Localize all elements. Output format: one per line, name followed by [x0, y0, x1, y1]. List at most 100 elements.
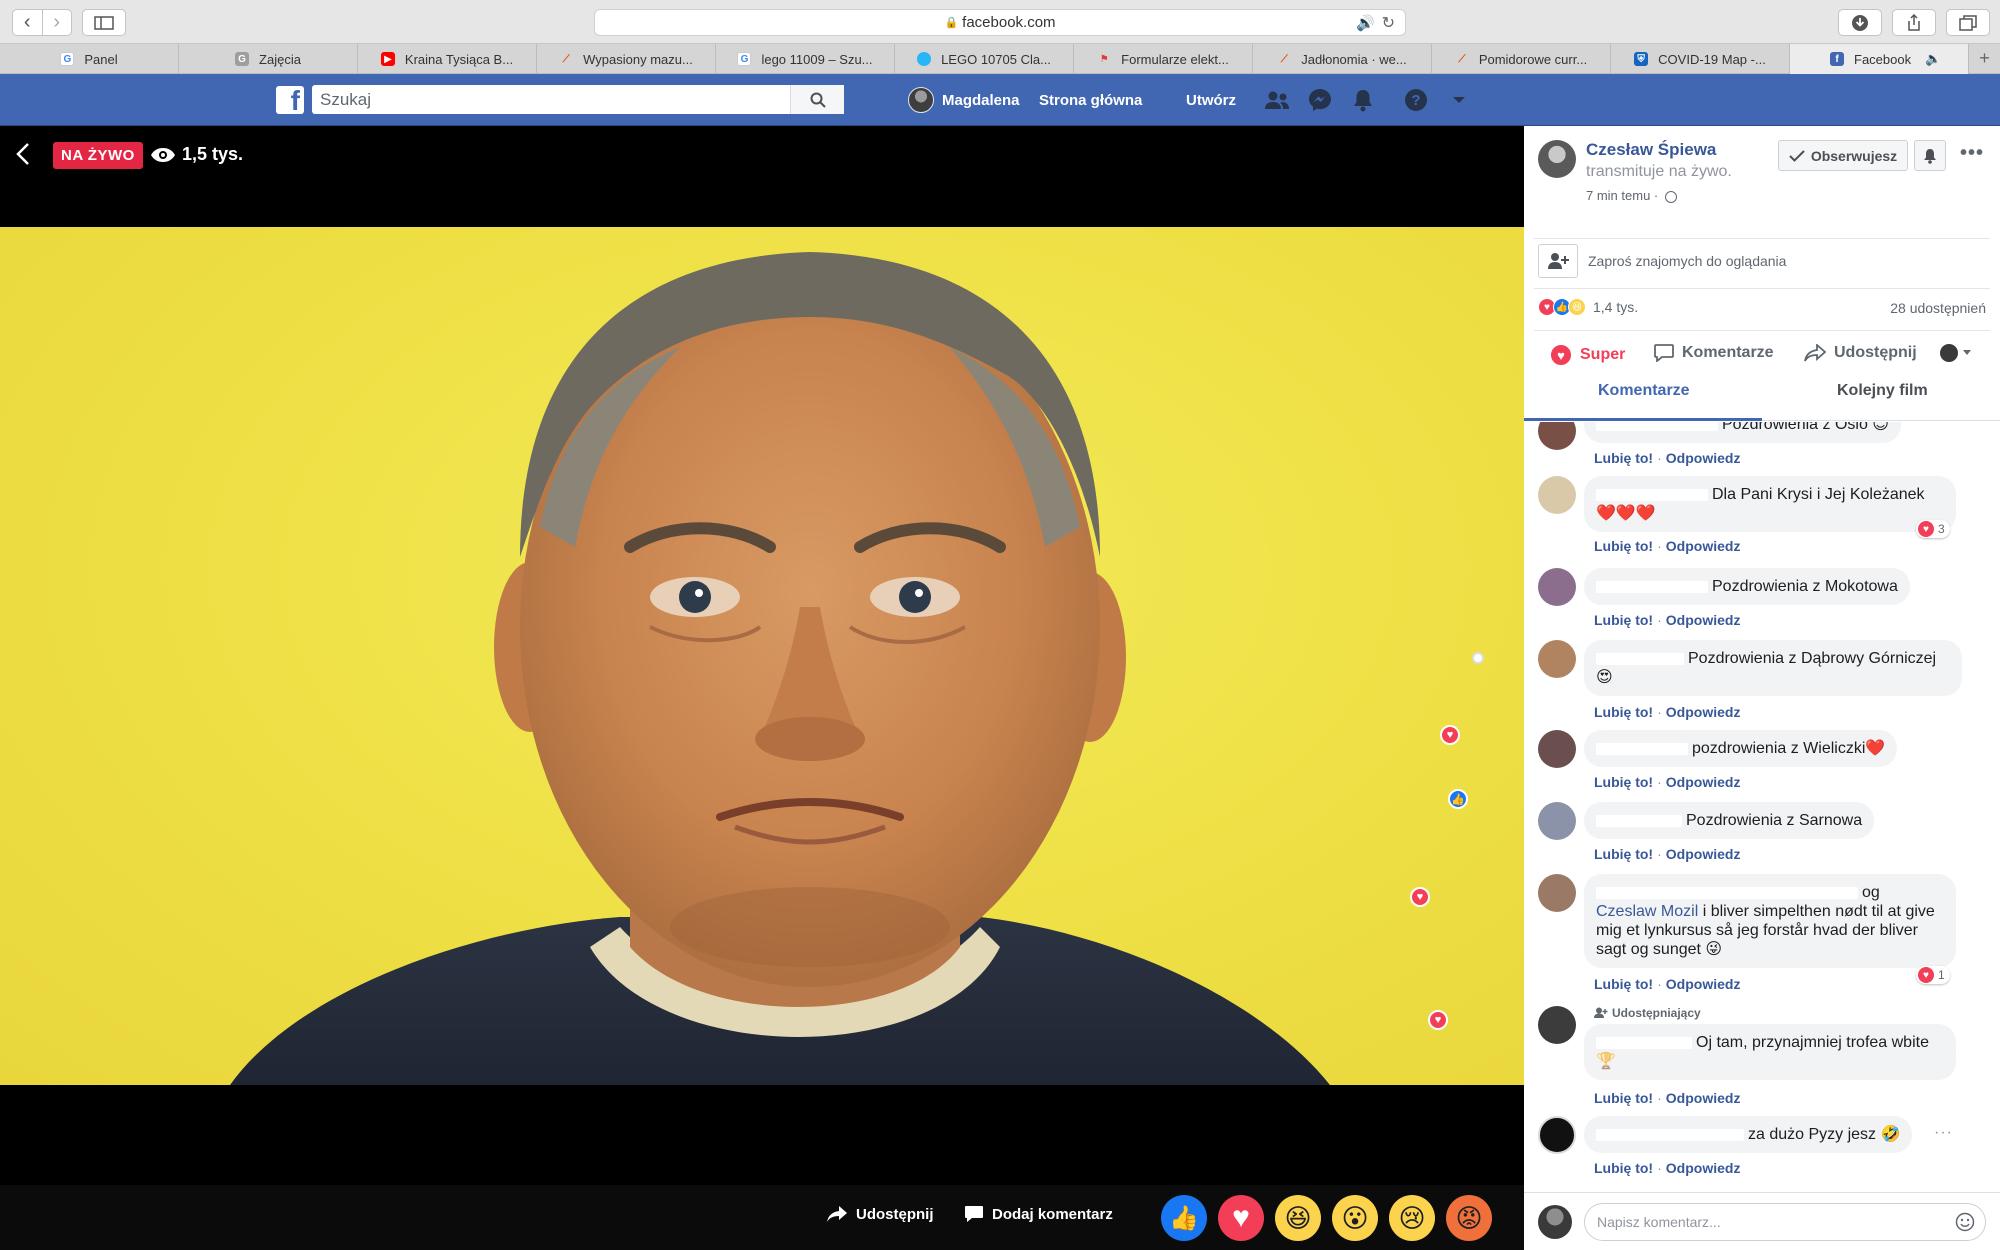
- commenter-name[interactable]: [1596, 1036, 1692, 1049]
- messenger-icon[interactable]: [1307, 87, 1333, 113]
- commenter-name[interactable]: [1596, 814, 1682, 827]
- comment-list[interactable]: Pozdrowienia z Oslo 😊 Lubię to! · Odpowied…: [1524, 422, 2000, 1192]
- browser-tab[interactable]: G Panel: [0, 44, 179, 74]
- browser-tab[interactable]: ⟋ Pomidorowe curr...: [1432, 44, 1611, 74]
- avatar[interactable]: [1538, 874, 1576, 912]
- notifications-icon[interactable]: [1350, 87, 1376, 113]
- comment-reply-link[interactable]: Odpowiedz: [1666, 774, 1741, 790]
- more-options-icon[interactable]: •••: [1960, 142, 1984, 165]
- speaker-icon[interactable]: 🔊: [1356, 14, 1375, 32]
- commenter-name[interactable]: [1596, 1128, 1744, 1141]
- haha-reaction-button[interactable]: 😆: [1275, 1195, 1321, 1241]
- commenter-name[interactable]: [1596, 422, 1718, 431]
- comment-reply-link[interactable]: Odpowiedz: [1666, 976, 1741, 992]
- comment-reply-link[interactable]: Odpowiedz: [1666, 846, 1741, 862]
- comment-reply-link[interactable]: Odpowiedz: [1666, 612, 1741, 628]
- help-icon[interactable]: ?: [1403, 87, 1429, 113]
- commenter-name[interactable]: [1596, 652, 1684, 665]
- share-button[interactable]: [1892, 9, 1936, 36]
- comment-reply-link[interactable]: Odpowiedz: [1666, 1160, 1741, 1176]
- emoji-icon[interactable]: [1955, 1212, 1975, 1232]
- avatar[interactable]: [1538, 476, 1576, 514]
- account-menu-icon[interactable]: [1446, 87, 1472, 113]
- comment-like-link[interactable]: Lubię to!: [1594, 704, 1653, 720]
- angry-reaction-button[interactable]: 😡: [1446, 1195, 1492, 1241]
- comment-like-link[interactable]: Lubię to!: [1594, 538, 1653, 554]
- profile-link[interactable]: Magdalena: [908, 87, 1020, 113]
- commenter-name[interactable]: [1596, 488, 1708, 501]
- downloads-button[interactable]: [1838, 9, 1882, 36]
- comment-reaction-count[interactable]: ♥ 1: [1916, 966, 1950, 984]
- browser-tab[interactable]: ⚑ Formularze elekt...: [1074, 44, 1253, 74]
- new-tab-button[interactable]: +: [1969, 44, 2000, 73]
- invite-friends-button[interactable]: [1538, 244, 1578, 278]
- post-as-selector[interactable]: [1940, 344, 1980, 362]
- friends-icon[interactable]: [1264, 87, 1290, 113]
- comment-reply-link[interactable]: Odpowiedz: [1666, 704, 1741, 720]
- comment-reaction-count[interactable]: ♥ 3: [1916, 520, 1950, 538]
- commenter-name[interactable]: [1596, 580, 1708, 593]
- browser-tab[interactable]: ⟋ Wypasiony mazu...: [537, 44, 716, 74]
- facebook-logo-icon[interactable]: f: [276, 86, 304, 114]
- follow-button[interactable]: Obserwujesz: [1778, 140, 1908, 171]
- address-bar[interactable]: 🔒 facebook.com 🔊 ↻: [594, 9, 1406, 36]
- browser-tab[interactable]: LEGO 10705 Cla...: [895, 44, 1074, 74]
- sad-reaction-button[interactable]: 😢: [1389, 1195, 1435, 1241]
- nav-home[interactable]: Strona główna: [1039, 87, 1142, 113]
- share-post-button[interactable]: Udostępnij: [1804, 344, 1917, 362]
- comment-mention[interactable]: Czeslaw Mozil: [1596, 903, 1698, 920]
- love-reaction-button[interactable]: ♥: [1218, 1195, 1264, 1241]
- search-button[interactable]: [790, 85, 844, 114]
- commenter-name[interactable]: [1596, 742, 1688, 755]
- search-input[interactable]: Szukaj: [312, 85, 844, 114]
- browser-tab[interactable]: ⟋ Jadłonomia · we...: [1253, 44, 1432, 74]
- tabs-overview-button[interactable]: [1946, 9, 1990, 36]
- video-player[interactable]: NA ŻYWO 1,5 tys. ♥ 👍 ♥ ♥ Udostępnij Doda…: [0, 126, 1524, 1250]
- avatar[interactable]: [1538, 1116, 1576, 1154]
- avatar[interactable]: [1538, 140, 1576, 178]
- add-comment-button[interactable]: Dodaj komentarz: [964, 1205, 1113, 1223]
- notification-toggle-button[interactable]: [1914, 140, 1946, 171]
- page-name[interactable]: Czesław Śpiewa: [1586, 140, 1716, 160]
- comment-like-link[interactable]: Lubię to!: [1594, 976, 1653, 992]
- sidebar-toggle-button[interactable]: [82, 9, 126, 36]
- video-share-button[interactable]: Udostępnij: [826, 1205, 934, 1223]
- super-reaction-button[interactable]: ♥ Super: [1550, 344, 1625, 366]
- tab-comments[interactable]: Komentarze: [1598, 382, 1690, 400]
- comment-like-link[interactable]: Lubię to!: [1594, 774, 1653, 790]
- comment-input[interactable]: Napisz komentarz...: [1584, 1203, 1986, 1241]
- commenter-name[interactable]: [1596, 886, 1858, 899]
- avatar[interactable]: [1538, 422, 1576, 450]
- avatar[interactable]: [1538, 802, 1576, 840]
- wow-reaction-button[interactable]: 😮: [1332, 1195, 1378, 1241]
- nav-create[interactable]: Utwórz: [1186, 87, 1236, 113]
- comment-options-icon[interactable]: ···: [1934, 1124, 1953, 1142]
- back-arrow-icon[interactable]: [14, 142, 32, 166]
- comment-like-link[interactable]: Lubię to!: [1594, 1090, 1653, 1106]
- comments-button[interactable]: Komentarze: [1654, 344, 1774, 362]
- comment-like-link[interactable]: Lubię to!: [1594, 612, 1653, 628]
- tab-next-video[interactable]: Kolejny film: [1837, 382, 1928, 400]
- avatar[interactable]: [1538, 640, 1576, 678]
- comment-like-link[interactable]: Lubię to!: [1594, 1160, 1653, 1176]
- video-frame[interactable]: ♥ 👍 ♥ ♥: [0, 227, 1524, 1085]
- reaction-summary[interactable]: ♥ 👍 😆 1,4 tys.: [1538, 298, 1638, 316]
- browser-tab[interactable]: G Zajęcia: [179, 44, 358, 74]
- avatar[interactable]: [1538, 730, 1576, 768]
- invite-friends-text[interactable]: Zaproś znajomych do oglądania: [1588, 253, 1786, 269]
- browser-tab[interactable]: ▶ Kraina Tysiąca B...: [358, 44, 537, 74]
- back-icon[interactable]: ‹: [13, 10, 42, 35]
- comment-like-link[interactable]: Lubię to!: [1594, 450, 1653, 466]
- like-reaction-button[interactable]: 👍: [1161, 1195, 1207, 1241]
- browser-tab[interactable]: ⛨ COVID-19 Map -...: [1611, 44, 1790, 74]
- reload-icon[interactable]: ↻: [1382, 13, 1395, 33]
- share-count[interactable]: 28 udostępnień: [1890, 300, 1986, 316]
- browser-tab-active[interactable]: f Facebook 🔈: [1790, 44, 1969, 74]
- comment-reply-link[interactable]: Odpowiedz: [1666, 1090, 1741, 1106]
- avatar[interactable]: [1538, 1006, 1576, 1044]
- speaker-icon[interactable]: 🔈: [1925, 51, 1941, 67]
- avatar[interactable]: [1538, 568, 1576, 606]
- comment-reply-link[interactable]: Odpowiedz: [1666, 450, 1741, 466]
- comment-reply-link[interactable]: Odpowiedz: [1666, 538, 1741, 554]
- browser-tab[interactable]: Glego 11009 – Szu...: [716, 44, 895, 74]
